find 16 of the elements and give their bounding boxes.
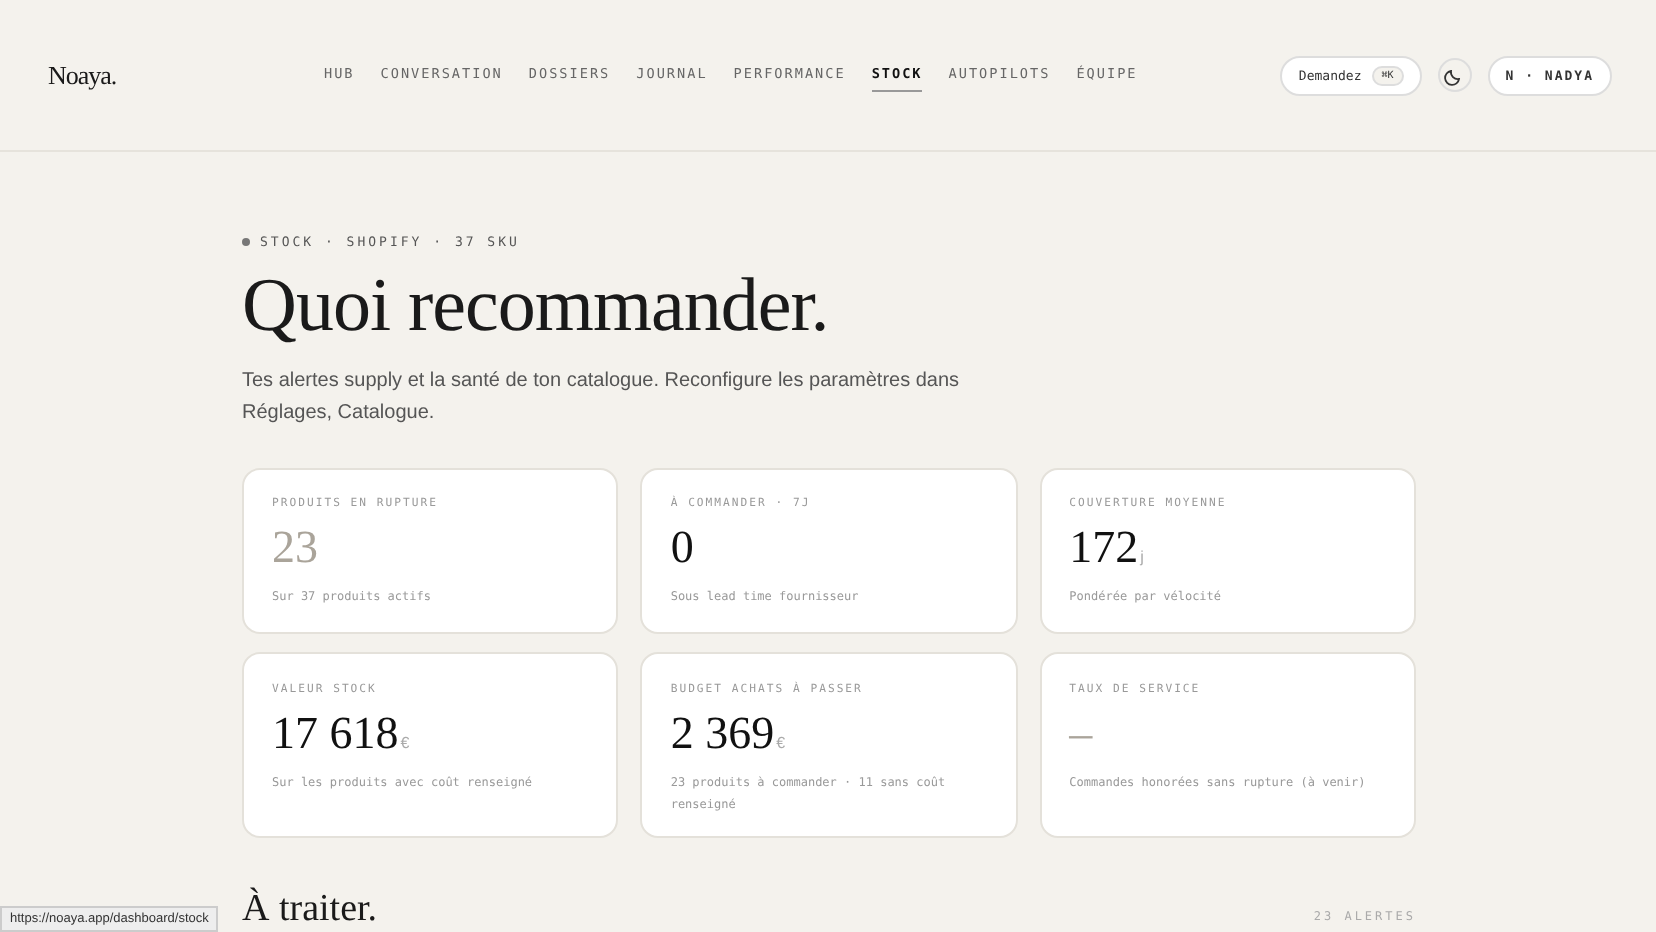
- stat-value: 23: [272, 522, 318, 574]
- stat-unit: €: [776, 734, 786, 752]
- theme-toggle[interactable]: [1437, 58, 1472, 92]
- stat-unit: j: [1140, 548, 1144, 566]
- dot-icon: [242, 238, 250, 246]
- stat-value: 2 369: [670, 708, 775, 760]
- stat-value: 0: [670, 522, 694, 574]
- moon-icon: [1444, 65, 1465, 85]
- stat-value: 17 618: [272, 708, 399, 760]
- logo[interactable]: Noaya.: [48, 59, 324, 91]
- intro-text: Tes alertes supply et la santé de ton catalogue. Reconfigure les paramètres dans Réglages, Catalogue.: [242, 368, 962, 428]
- stat-value: –: [1069, 708, 1093, 760]
- page-title: Quoi recommander.: [242, 262, 831, 350]
- stat-unit: €: [400, 734, 410, 752]
- stat-value: 172: [1069, 522, 1139, 574]
- section-title: À traiter.: [242, 888, 378, 932]
